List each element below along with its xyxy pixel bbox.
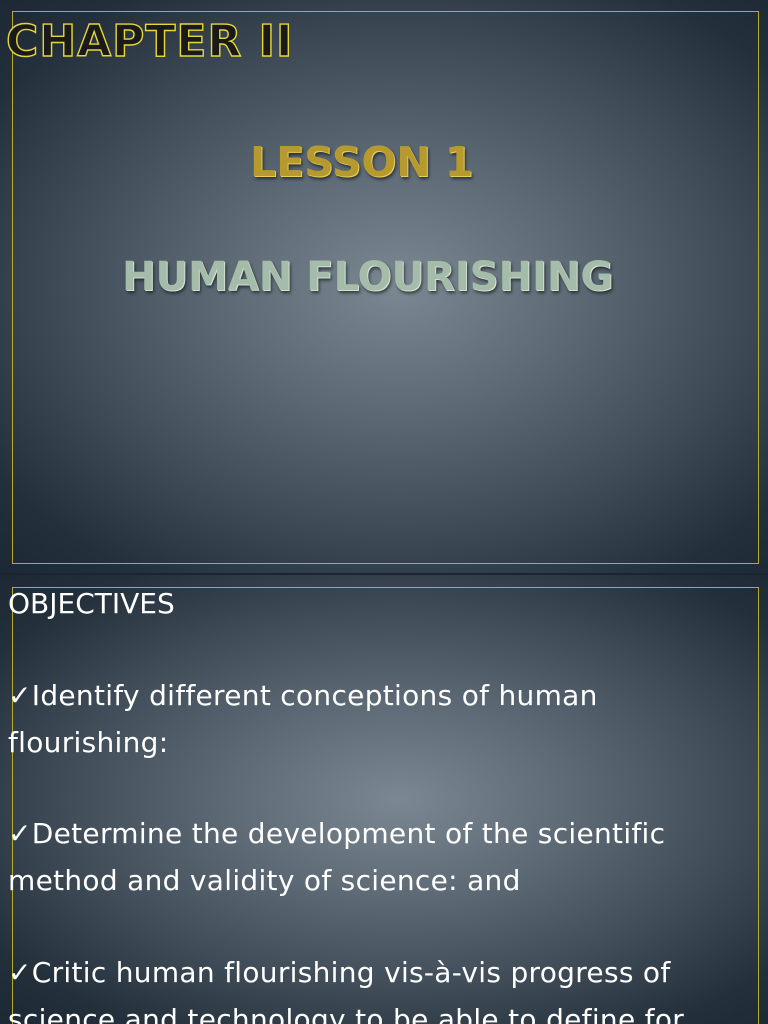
- objective-text-continued: flourishing:: [8, 726, 169, 759]
- lesson-title: LESSON 1: [250, 138, 474, 186]
- objective-text-continued: method and validity of science: and: [8, 864, 521, 897]
- lesson-topic: HUMAN FLOURISHING: [122, 254, 614, 300]
- title-slide: CHAPTER II LESSON 1 HUMAN FLOURISHING: [0, 0, 768, 573]
- objective-text: Identify different conceptions of human: [31, 679, 598, 712]
- objectives-heading: OBJECTIVES: [8, 587, 175, 620]
- checkmark-icon: ✓: [8, 956, 32, 989]
- checkmark-icon: ✓: [8, 817, 32, 850]
- chapter-title: CHAPTER II: [5, 15, 294, 67]
- objective-item: ✓Critic human flourishing vis-à-vis prog…: [8, 949, 748, 1024]
- objective-item: ✓Determine the development of the scient…: [8, 810, 748, 904]
- checkmark-icon: ✓: [8, 679, 32, 712]
- objective-text: Critic human flourishing vis-à-vis progr…: [31, 956, 671, 989]
- objective-text: Determine the development of the scienti…: [31, 817, 666, 850]
- objectives-slide: OBJECTIVES ✓Identify different conceptio…: [0, 575, 768, 1024]
- objective-item: ✓Identify different conceptions of human…: [8, 672, 748, 766]
- objective-text-continued: science and technology to be able to def…: [8, 1003, 685, 1024]
